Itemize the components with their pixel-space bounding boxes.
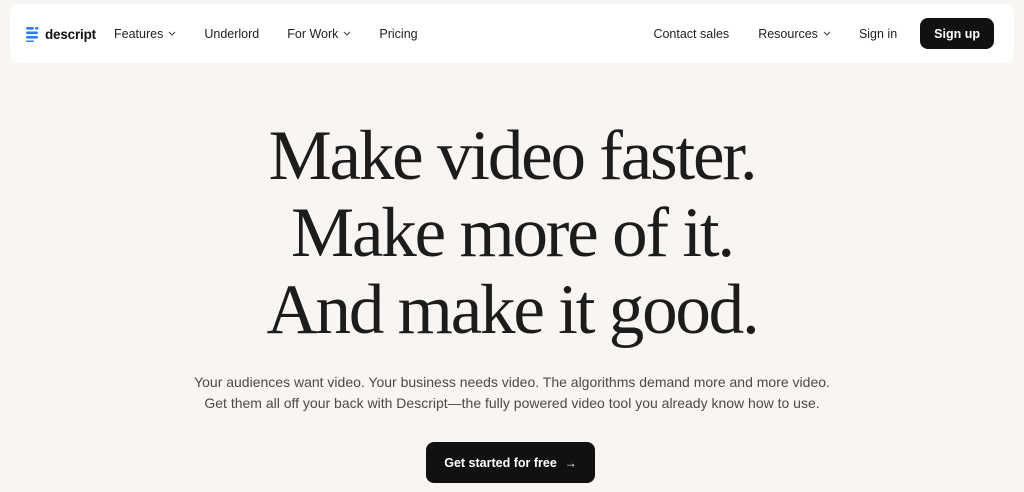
descript-logo[interactable]: descript	[26, 26, 96, 42]
top-navigation-bar: descript Features Underlord For Work Pri…	[10, 4, 1014, 63]
nav-resources-label: Resources	[758, 26, 818, 41]
hero-line-1: Make video faster.	[268, 117, 758, 195]
chevron-down-icon	[168, 31, 176, 36]
chevron-down-icon	[344, 31, 351, 36]
hero-line-3: And make it good.	[266, 271, 759, 349]
nav-for-work-label: For Work	[287, 26, 339, 41]
nav-features[interactable]: Features	[114, 27, 176, 41]
get-started-button[interactable]: Get started for free →	[426, 442, 595, 483]
nav-pricing-label: Pricing	[379, 26, 418, 41]
hero-subtext: Your audiences want video. Your business…	[0, 372, 1024, 414]
brand-name: descript	[45, 26, 96, 42]
sign-up-button[interactable]: Sign up	[920, 18, 994, 49]
nav-contact-sales[interactable]: Contact sales	[653, 27, 729, 41]
nav-contact-sales-label: Contact sales	[653, 26, 730, 41]
primary-nav: Features Underlord For Work Pricing	[114, 4, 418, 63]
nav-pricing[interactable]: Pricing	[379, 27, 417, 41]
nav-resources[interactable]: Resources	[758, 27, 831, 41]
descript-logo-icon	[26, 27, 39, 42]
nav-for-work[interactable]: For Work	[287, 27, 351, 41]
sign-in-label: Sign in	[858, 26, 898, 41]
sign-in-link[interactable]: Sign in	[859, 27, 897, 41]
arrow-right-icon: →	[564, 455, 577, 470]
nav-underlord[interactable]: Underlord	[204, 27, 259, 41]
hero-subtext-line-1: Your audiences want video. Your business…	[194, 374, 830, 390]
nav-underlord-label: Underlord	[204, 26, 260, 41]
nav-features-label: Features	[114, 26, 164, 41]
hero-line-2: Make more of it.	[291, 194, 735, 272]
chevron-down-icon	[823, 31, 831, 36]
hero-headline: Make video faster. Make more of it. And …	[0, 118, 1024, 349]
hero-subtext-line-2: Get them all off your back with Descript…	[204, 395, 820, 411]
secondary-nav: Contact sales Resources Sign in Sign up	[653, 4, 994, 63]
get-started-label: Get started for free	[444, 455, 557, 470]
